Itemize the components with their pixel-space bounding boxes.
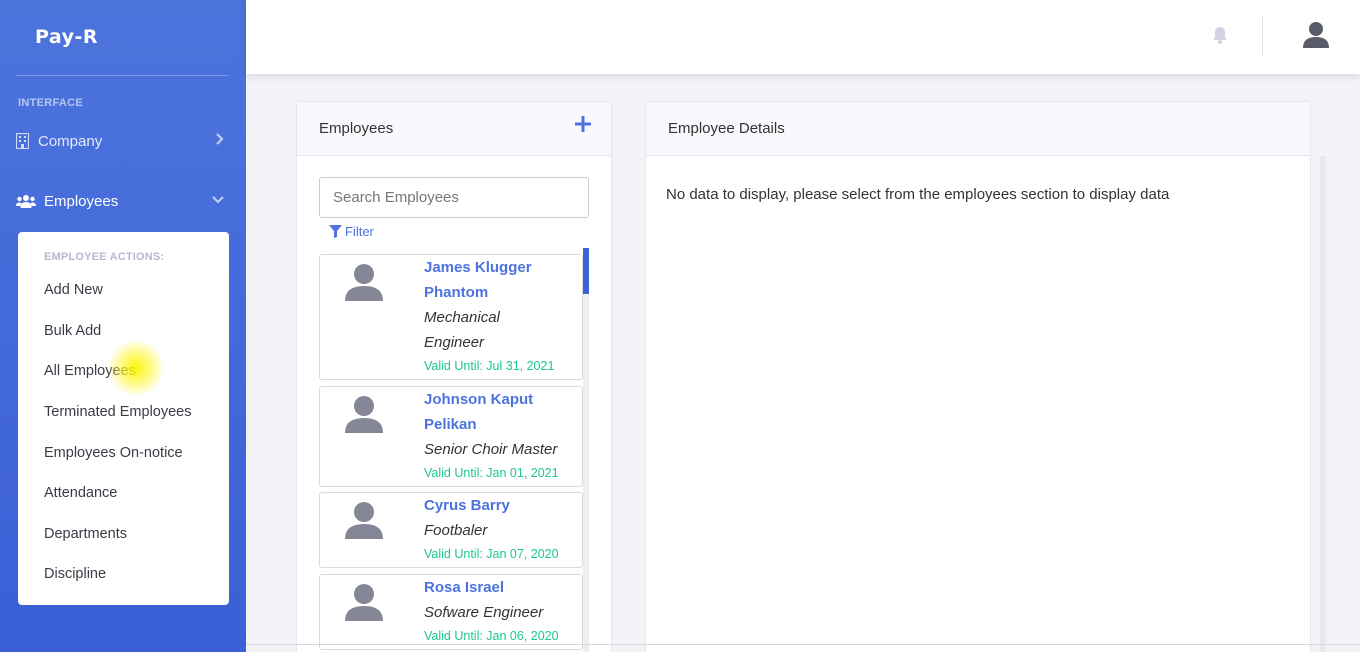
submenu-item-employees-on-notice[interactable]: Employees On-notice <box>44 445 183 461</box>
topbar-divider <box>1262 16 1263 56</box>
employee-name: Rosa Israel <box>424 579 505 596</box>
employee-details-header: Employee Details <box>646 102 1310 156</box>
chevron-down-icon <box>211 192 225 209</box>
sidebar-item-company[interactable]: Company <box>16 126 229 156</box>
sidebar: Pay-R INTERFACE Company Employees EMPLOY… <box>0 0 246 652</box>
filter-button[interactable]: Filter <box>329 224 374 239</box>
empty-state-message: No data to display, please select from t… <box>666 186 1170 203</box>
employee-info: Rosa Israel Sofware Engineer Valid Until… <box>424 575 580 645</box>
bell-icon[interactable] <box>1212 26 1228 49</box>
employee-name: Johnson Kaput <box>424 391 534 408</box>
employees-card-title: Employees <box>319 120 394 137</box>
employee-name: Cyrus Barry <box>424 497 510 514</box>
sidebar-heading: INTERFACE <box>18 97 84 109</box>
brand-logo[interactable]: Pay-R <box>35 26 98 48</box>
employee-details-card: Employee Details No data to display, ple… <box>645 101 1311 652</box>
avatar-icon <box>344 395 384 438</box>
submenu-item-terminated-employees[interactable]: Terminated Employees <box>44 404 192 420</box>
employee-name: James Klugger <box>424 259 532 276</box>
employee-valid-until: Valid Until: Jan 07, 2020 <box>424 547 559 561</box>
add-employee-button[interactable] <box>575 116 591 136</box>
submenu-item-departments[interactable]: Departments <box>44 526 127 542</box>
employee-details-title: Employee Details <box>668 120 785 137</box>
list-item[interactable]: Cyrus Barry Footbaler Valid Until: Jan 0… <box>319 492 583 568</box>
list-item[interactable]: James Klugger Phantom Mechanical Enginee… <box>319 254 583 380</box>
employee-actions-menu: EMPLOYEE ACTIONS: Add New Bulk Add All E… <box>18 232 229 605</box>
submenu-item-all-employees[interactable]: All Employees <box>44 363 136 379</box>
avatar-icon <box>344 583 384 626</box>
footer-divider <box>246 644 1360 645</box>
sidebar-divider <box>16 75 229 76</box>
user-avatar-icon[interactable] <box>1302 22 1330 53</box>
search-employees-input[interactable] <box>319 177 589 218</box>
employee-title: Engineer <box>424 334 485 351</box>
submenu-item-discipline[interactable]: Discipline <box>44 566 106 582</box>
submenu-item-bulk-add[interactable]: Bulk Add <box>44 323 101 339</box>
employee-valid-until: Valid Until: Jan 06, 2020 <box>424 629 559 643</box>
scrollbar-thumb[interactable] <box>583 248 589 294</box>
employee-valid-until: Valid Until: Jul 31, 2021 <box>424 359 555 373</box>
topbar <box>246 0 1360 74</box>
employee-valid-until: Valid Until: Jan 01, 2021 <box>424 466 559 480</box>
employee-list[interactable]: James Klugger Phantom Mechanical Enginee… <box>319 248 589 652</box>
submenu-item-attendance[interactable]: Attendance <box>44 485 117 501</box>
filter-label: Filter <box>345 224 374 239</box>
sidebar-item-employees[interactable]: Employees <box>16 186 229 216</box>
chevron-right-icon <box>215 132 225 150</box>
plus-icon <box>575 116 591 132</box>
employee-title: Sofware Engineer <box>424 604 544 621</box>
page-scrollbar[interactable] <box>1320 156 1326 652</box>
employee-name: Phantom <box>424 284 489 301</box>
employee-title: Senior Choir Master <box>424 441 558 458</box>
list-item[interactable]: Johnson Kaput Pelikan Senior Choir Maste… <box>319 386 583 487</box>
sidebar-item-label: Employees <box>44 192 119 210</box>
employee-info: Cyrus Barry Footbaler Valid Until: Jan 0… <box>424 493 580 563</box>
filter-icon <box>329 225 342 238</box>
building-icon <box>16 133 38 149</box>
avatar-icon <box>344 501 384 544</box>
submenu-heading: EMPLOYEE ACTIONS: <box>44 251 165 263</box>
employees-card-header: Employees <box>297 102 611 156</box>
employee-list-scrollbar[interactable] <box>583 248 589 652</box>
list-item[interactable]: Rosa Israel Sofware Engineer Valid Until… <box>319 574 583 650</box>
employee-name: Pelikan <box>424 416 477 433</box>
employee-title: Footbaler <box>424 522 488 539</box>
submenu-item-add-new[interactable]: Add New <box>44 282 103 298</box>
employee-info: Johnson Kaput Pelikan Senior Choir Maste… <box>424 387 580 482</box>
avatar-icon <box>344 263 384 306</box>
employee-info: James Klugger Phantom Mechanical Enginee… <box>424 255 580 375</box>
employee-title: Mechanical <box>424 309 500 326</box>
employees-card: Employees Filter James Klugger Phantom M… <box>296 101 612 652</box>
sidebar-item-label: Company <box>38 132 103 150</box>
users-icon <box>16 194 44 208</box>
